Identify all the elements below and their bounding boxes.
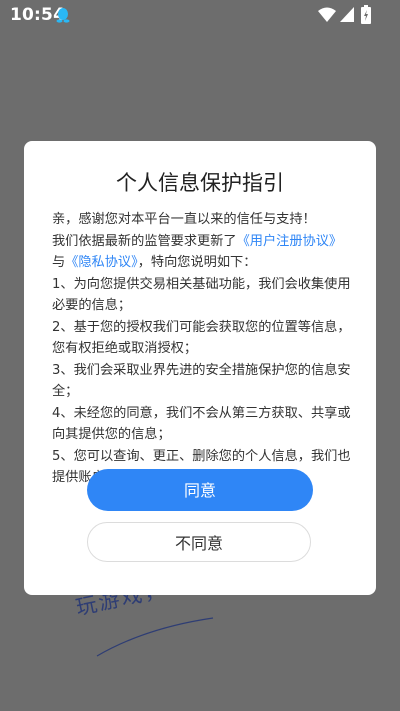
agree-button[interactable]: 同意 (87, 469, 313, 511)
user-agreement-link[interactable]: 《用户注册协议》 (237, 234, 343, 249)
background-decoration-curve (96, 617, 214, 657)
disagree-button[interactable]: 不同意 (87, 522, 311, 562)
qq-icon (56, 8, 70, 23)
dialog-intro: 亲，感谢您对本平台一直以来的信任与支持！ (52, 212, 316, 227)
battery-icon (361, 5, 371, 24)
signal-icon (340, 7, 354, 22)
privacy-dialog: 个人信息保护指引 亲，感谢您对本平台一直以来的信任与支持！ 我们依据最新的监管要… (24, 141, 376, 595)
update-notice-suffix: ，特向您说明如下： (137, 255, 257, 270)
dialog-body: 亲，感谢您对本平台一直以来的信任与支持！ 我们依据最新的监管要求更新了《用户注册… (52, 209, 352, 489)
dialog-update-notice: 我们依据最新的监管要求更新了《用户注册协议》与《隐私协议》，特向您说明如下： (52, 231, 352, 274)
dialog-item-2: 2、基于您的授权我们可能会获取您的位置等信息，您有权拒绝或取消授权； (52, 319, 351, 357)
dialog-item-1: 1、为向您提供交易相关基础功能，我们会收集使用必要的信息； (52, 276, 351, 314)
dialog-title: 个人信息保护指引 (116, 171, 284, 195)
status-bar: 10:54 (0, 0, 400, 30)
update-notice-prefix: 我们依据最新的监管要求更新了 (52, 233, 237, 249)
dialog-item-4: 4、未经您的同意，我们不会从第三方获取、共享或向其提供您的信息； (52, 405, 351, 443)
wifi-icon (318, 7, 336, 22)
privacy-policy-link[interactable]: 《隐私协议》 (65, 255, 138, 270)
dialog-item-3: 3、我们会采取业界先进的安全措施保护您的信息安全； (52, 362, 351, 400)
conjunction-text: 与 (52, 255, 66, 270)
